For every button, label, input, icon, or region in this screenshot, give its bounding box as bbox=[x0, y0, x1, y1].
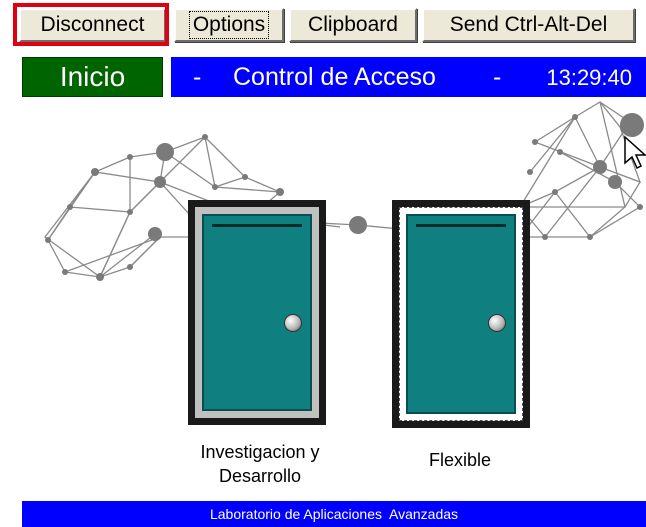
door-panel bbox=[202, 214, 312, 411]
footer-text: Laboratorio de Aplicaciones Avanzadas bbox=[209, 506, 459, 522]
options-button[interactable]: Options bbox=[174, 8, 284, 42]
vnc-toolbar: Disconnect Options Clipboard Send Ctrl-A… bbox=[0, 0, 646, 52]
door-label-flexible: Flexible bbox=[400, 448, 520, 472]
title-dash-left: - bbox=[193, 63, 202, 91]
disconnect-button-label: Disconnect bbox=[40, 13, 145, 36]
inicio-label: Inicio bbox=[59, 61, 126, 92]
page-title: Control de Acceso bbox=[233, 63, 436, 91]
door-panel bbox=[406, 214, 516, 414]
door-investigacion-desarrollo[interactable] bbox=[188, 200, 326, 425]
door-label-line2: Desarrollo bbox=[218, 466, 302, 486]
send-ctrl-alt-del-button[interactable]: Send Ctrl-Alt-Del bbox=[422, 8, 635, 42]
door-knob-icon bbox=[488, 314, 506, 332]
clock-time: 13:29:40 bbox=[546, 65, 632, 90]
door-knob-icon bbox=[284, 314, 302, 332]
door-top-bar bbox=[212, 224, 302, 227]
door-label-line1: Flexible bbox=[428, 450, 492, 470]
inicio-button[interactable]: Inicio bbox=[22, 57, 163, 97]
door-flexible[interactable] bbox=[392, 200, 530, 428]
title-bar: - Control de Acceso - 13:29:40 bbox=[171, 57, 646, 97]
door-label-line1: Investigacion y bbox=[200, 442, 320, 462]
footer-bar: Laboratorio de Aplicaciones Avanzadas bbox=[22, 501, 646, 527]
mouse-cursor-icon bbox=[624, 135, 646, 170]
clipboard-button[interactable]: Clipboard bbox=[289, 8, 417, 42]
title-dash-right: - bbox=[493, 63, 502, 91]
clipboard-button-label: Clipboard bbox=[308, 13, 398, 36]
door-top-bar bbox=[416, 224, 506, 227]
send-ctrl-alt-del-button-label: Send Ctrl-Alt-Del bbox=[449, 13, 608, 36]
door-label-investigacion: Investigacion y Desarrollo bbox=[170, 440, 350, 488]
disconnect-button[interactable]: Disconnect bbox=[19, 8, 166, 42]
options-button-label: Options bbox=[188, 11, 270, 39]
